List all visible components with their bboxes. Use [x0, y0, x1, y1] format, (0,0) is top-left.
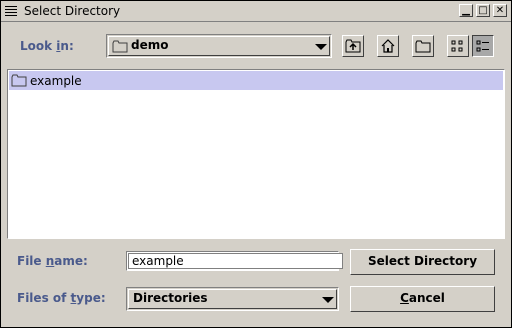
window-title: Select Directory: [24, 4, 121, 18]
select-directory-dialog: Select Directory ▁ □ ✕ Look in: demo exa…: [0, 0, 512, 328]
folder-icon: [11, 74, 27, 87]
file-list[interactable]: example: [7, 69, 505, 239]
chevron-down-icon: [315, 44, 327, 50]
new-folder-icon: [415, 40, 431, 53]
look-in-value: demo: [131, 38, 169, 52]
home-button[interactable]: [377, 35, 399, 57]
folder-icon: [112, 40, 128, 53]
system-menu-icon[interactable]: [4, 4, 18, 17]
select-directory-button[interactable]: Select Directory: [350, 249, 495, 275]
details-view-button[interactable]: [472, 35, 494, 57]
list-item-label: example: [30, 74, 82, 88]
up-folder-icon: [345, 39, 361, 53]
list-view-button[interactable]: [447, 35, 469, 57]
look-in-combo[interactable]: demo: [106, 34, 332, 58]
look-in-label: Look in:: [20, 39, 74, 53]
maximize-button[interactable]: □: [476, 4, 490, 17]
list-view-icon: [451, 40, 463, 52]
files-of-type-combo[interactable]: Directories: [126, 287, 339, 311]
chevron-down-icon: [322, 297, 334, 303]
file-name-label: File name:: [17, 254, 88, 268]
minimize-button[interactable]: ▁: [459, 4, 473, 17]
title-bar[interactable]: Select Directory ▁ □ ✕: [1, 1, 511, 22]
file-name-field[interactable]: [126, 251, 343, 271]
up-folder-button[interactable]: [342, 35, 364, 57]
files-of-type-label: Files of type:: [17, 291, 106, 305]
close-button[interactable]: ✕: [493, 4, 507, 17]
cancel-button[interactable]: Cancel: [350, 286, 495, 312]
details-view-icon: [476, 40, 489, 52]
list-item[interactable]: example: [9, 71, 503, 90]
home-icon: [381, 39, 395, 53]
new-folder-button[interactable]: [412, 35, 434, 57]
file-name-input[interactable]: [128, 253, 343, 269]
files-of-type-value: Directories: [133, 291, 208, 305]
